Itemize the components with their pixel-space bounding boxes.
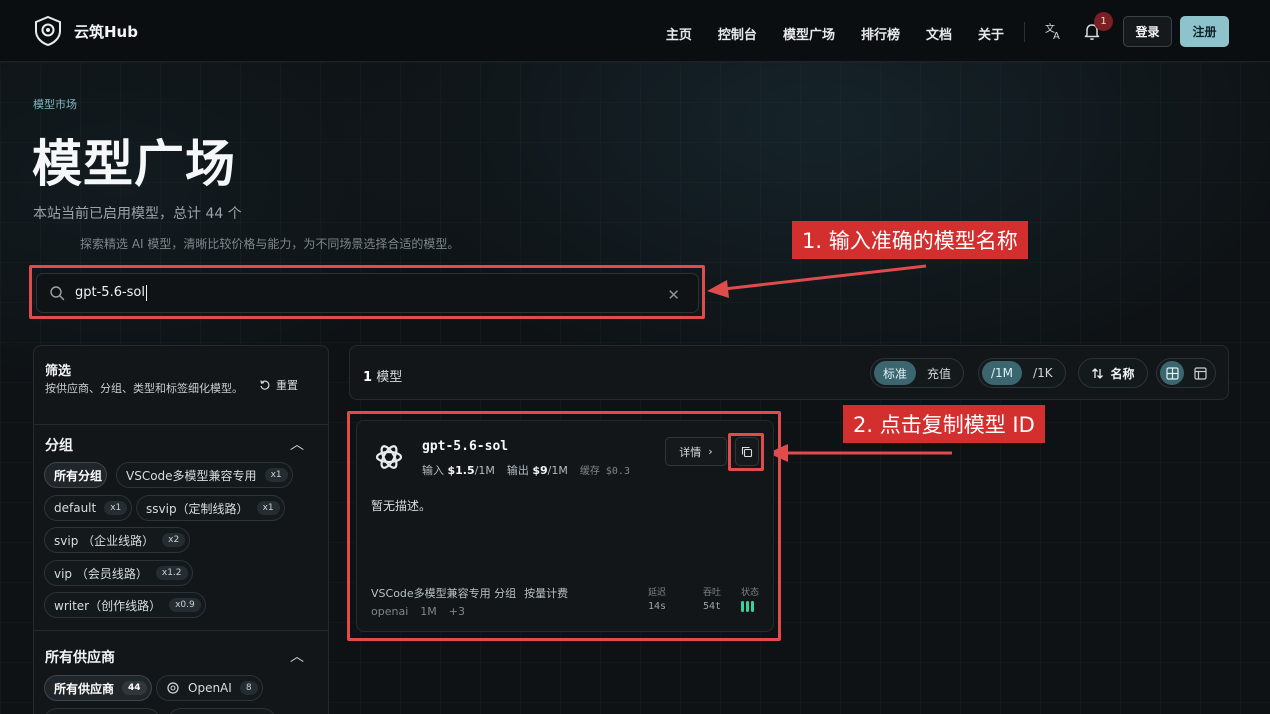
chip-count: 44 [122,681,147,695]
card-highlight-box [347,411,781,641]
chip-label: writer（创作线路） [54,598,162,613]
price-mode-recharge[interactable]: 充值 [918,361,960,385]
filter-description: 按供应商、分组、类型和标签细化模型。 [45,382,243,395]
unit-per-1k[interactable]: /1K [1024,361,1062,385]
chip-ratio: x2 [162,533,186,547]
svg-text:A: A [1053,31,1060,41]
sort-label: 名称 [1110,366,1135,381]
nav-link-console[interactable]: 控制台 [718,24,757,43]
sort-button[interactable]: 名称 [1078,358,1148,388]
group-chip-svip[interactable]: svip （企业线路） x2 [44,527,191,553]
nav-link-model-square[interactable]: 模型广场 [783,24,835,43]
chip-count: 8 [239,681,258,695]
chip-label: default [54,501,97,515]
page-description: 探索精选 AI 模型，清晰比较价格与能力，为不同场景选择合适的模型。 [80,237,460,251]
divider [34,630,328,631]
callout-step-1: 1. 输入准确的模型名称 [792,221,1028,259]
unit-per-1m[interactable]: /1M [982,361,1023,385]
nav-links: 主页 控制台 模型广场 排行榜 文档 关于 [666,24,1004,43]
results-toolbar: 1 模型 标准 充值 /1M /1K 名称 [349,345,1229,400]
copy-button-highlight-box [728,433,764,471]
chip-label: VSCode多模型兼容专用 [126,468,257,483]
unit-toggle: /1M /1K [978,358,1066,388]
brand[interactable]: 云筑Hub [34,16,138,46]
chip-label: 所有分组 [54,468,103,483]
price-mode-standard[interactable]: 标准 [874,361,917,385]
chip-label: svip （企业线路） [54,533,155,548]
vendor-section-title: 所有供应商 [45,650,115,666]
vendor-chip-openai[interactable]: OpenAI 8 [156,675,263,701]
chip-ratio: x1.2 [155,566,188,580]
brand-logo-icon [35,16,61,46]
top-navbar: 云筑Hub 主页 控制台 模型广场 排行榜 文档 关于 文A 1 登录 注册 [0,0,1270,62]
filter-title: 筛选 [45,364,72,379]
notification-badge: 1 [1094,12,1113,31]
reset-button[interactable]: 重置 [259,377,298,393]
brand-name: 云筑Hub [74,22,138,41]
vendor-chip-partial[interactable] [44,708,160,714]
chip-label: vip （会员线路） [54,566,148,581]
vendor-chip-all[interactable]: 所有供应商 44 [44,675,152,701]
divider [34,424,328,425]
chip-label: OpenAI [188,681,232,695]
grid-view-icon[interactable] [1160,361,1184,385]
price-mode-toggle: 标准 充值 [870,358,965,388]
group-chip-vscode[interactable]: VSCode多模型兼容专用 x1 [116,462,293,488]
chip-ratio: x1 [264,468,288,482]
chip-ratio: x1 [256,501,280,515]
page-subtitle: 本站当前已启用模型，总计 44 个 [33,206,242,222]
chevron-up-icon[interactable]: ︿ [290,434,304,454]
chevron-up-icon[interactable]: ︿ [290,646,304,666]
group-chip-default[interactable]: default x1 [44,495,133,521]
reset-icon [260,380,270,390]
group-section-title: 分组 [45,438,73,454]
result-count: 1 模型 [363,366,402,385]
sort-icon [1092,367,1104,379]
result-count-number: 1 [363,370,373,385]
nav-divider [1024,22,1025,42]
vendor-chip-partial[interactable] [168,708,276,714]
result-count-label: 模型 [376,370,403,385]
nav-link-docs[interactable]: 文档 [926,24,952,43]
page-title: 模型广场 [32,135,236,193]
view-toggle [1156,358,1216,388]
register-button[interactable]: 注册 [1180,16,1229,47]
search-highlight-box [29,265,705,319]
group-chip-all[interactable]: 所有分组 [44,462,108,488]
reset-label: 重置 [276,379,298,392]
login-button[interactable]: 登录 [1123,16,1172,47]
table-view-icon[interactable] [1188,361,1212,385]
group-chip-ssvip[interactable]: ssvip（定制线路） x1 [136,495,285,521]
group-chip-writer[interactable]: writer（创作线路） x0.9 [44,592,206,618]
callout-step-2: 2. 点击复制模型 ID [843,405,1045,443]
nav-link-leaderboard[interactable]: 排行榜 [861,24,900,43]
group-chip-vip[interactable]: vip （会员线路） x1.2 [44,560,193,586]
chip-ratio: x1 [104,501,128,515]
chip-ratio: x0.9 [169,598,201,612]
chip-label: 所有供应商 [54,681,115,696]
nav-link-home[interactable]: 主页 [666,24,692,43]
breadcrumb[interactable]: 模型市场 [33,96,77,112]
chip-label: ssvip（定制线路） [146,501,249,516]
filter-sidebar: 筛选 按供应商、分组、类型和标签细化模型。 重置 分组 ︿ 所有分组 VSCod… [33,345,329,714]
nav-link-about[interactable]: 关于 [978,24,1004,43]
openai-icon [167,682,179,694]
translate-icon[interactable]: 文A [1044,21,1064,45]
